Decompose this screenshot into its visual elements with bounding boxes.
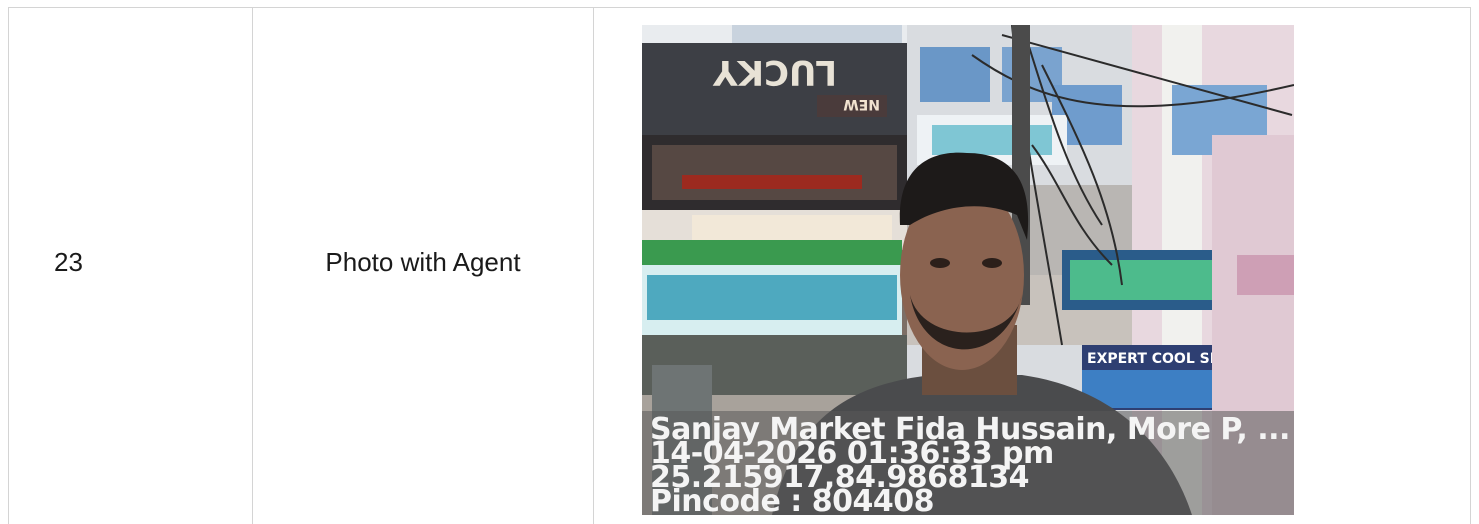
row-number: 23 [54,246,83,277]
row-label-cell: Photo with Agent [253,0,593,524]
photo-table-row: 23 Photo with Agent LUCKY NEW EXPERT COO… [0,0,1479,524]
column-divider-2 [593,7,594,524]
top-sign-side-text: NEW [843,96,880,112]
row-number-cell: 23 [9,0,252,524]
top-sign-text: LUCKY [713,52,837,92]
agent-selfie-photo[interactable]: LUCKY NEW EXPERT COOL SERVICES Sanjay Ma… [642,25,1294,515]
lucky-sign: LUCKY [713,52,837,92]
column-divider-right [1470,7,1471,524]
geotag-stamp: Sanjay Market Fida Hussain, More P, ... … [642,411,1294,515]
stamp-pincode: Pincode : 804408 [650,484,934,516]
row-label: Photo with Agent [325,246,521,277]
